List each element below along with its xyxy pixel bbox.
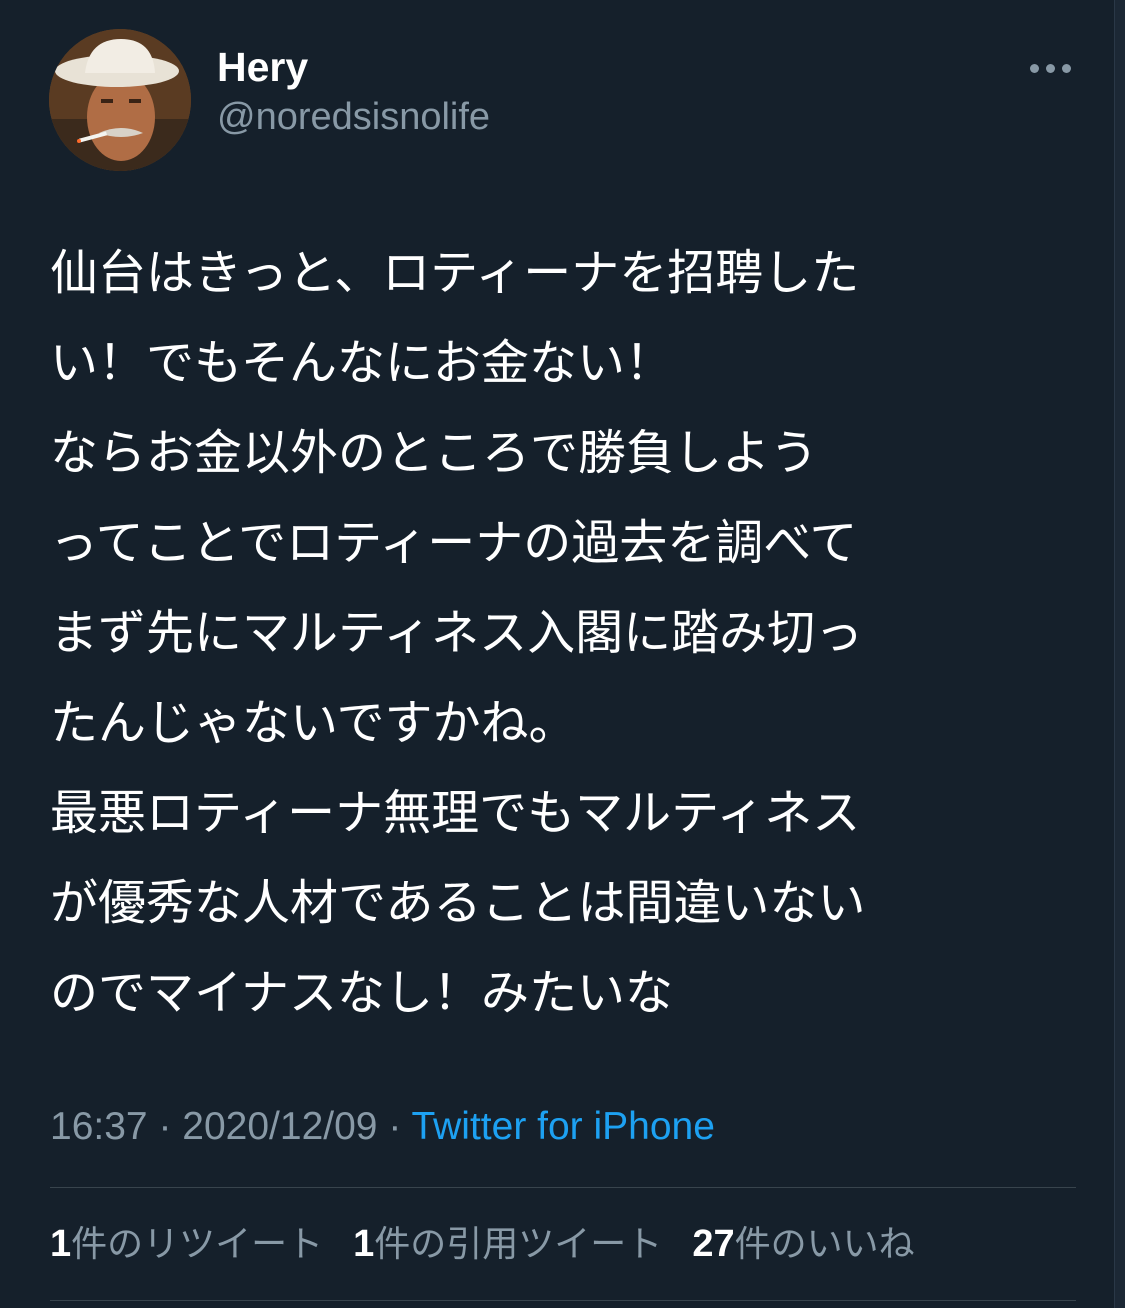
tweet-line: ならお金以外のところで勝負しよう — [50, 425, 819, 481]
tweet-source-link[interactable]: Twitter for iPhone — [411, 1105, 714, 1148]
dot — [1061, 63, 1071, 73]
separator: · — [377, 1105, 412, 1148]
avatar[interactable] — [49, 29, 191, 171]
quote-tweets-stat[interactable]: 1件の引用ツイート — [353, 1220, 662, 1269]
tweet-line: 最悪ロティーナ無理でもマルティネス — [50, 785, 861, 841]
likes-stat[interactable]: 27件のいいね — [692, 1220, 914, 1269]
display-name[interactable]: Hery — [217, 43, 308, 91]
tweet-metadata: 16:37 · 2020/12/09 · Twitter for iPhone — [50, 1103, 715, 1151]
dot — [1045, 63, 1055, 73]
tweet-line: まず先にマルティネス入閣に踏み切っ — [50, 605, 864, 661]
like-label: 件のいいね — [734, 1224, 915, 1265]
tweet-time[interactable]: 16:37 — [50, 1105, 148, 1148]
retweet-label: 件のリツイート — [71, 1224, 324, 1265]
profile-photo-icon — [49, 29, 191, 171]
quote-label: 件の引用ツイート — [374, 1224, 663, 1265]
tweet-text: 仙台はきっと、ロティーナを招聘した い！でもそんなにお金ない！ ならお金以外のと… — [50, 228, 1060, 1038]
more-dots-icon[interactable] — [1022, 52, 1078, 84]
tweet-line: 仙台はきっと、ロティーナを招聘した — [50, 245, 860, 301]
tweet-stats: 1件のリツイート 1件の引用ツイート 27件のいいね — [50, 1220, 915, 1269]
like-count: 27 — [692, 1223, 735, 1265]
divider — [50, 1300, 1076, 1301]
tweet-line: たんじゃないですかね。 — [50, 695, 577, 751]
dot — [1029, 63, 1039, 73]
tweet-line: ってことでロティーナの過去を調べて — [50, 515, 858, 571]
retweets-stat[interactable]: 1件のリツイート — [50, 1220, 323, 1269]
scrollbar[interactable] — [1114, 0, 1125, 1308]
tweet-line: が優秀な人材であることは間違いない — [50, 875, 866, 931]
user-handle[interactable]: @noredsisnolife — [217, 94, 490, 140]
tweet-date[interactable]: 2020/12/09 — [182, 1105, 377, 1148]
quote-count: 1 — [353, 1223, 375, 1265]
separator: · — [147, 1105, 183, 1148]
tweet-line: い！でもそんなにお金ない！ — [50, 335, 674, 391]
retweet-count: 1 — [50, 1223, 72, 1265]
divider — [50, 1187, 1076, 1188]
tweet-line: のでマイナスなし！みたいな — [50, 965, 674, 1021]
